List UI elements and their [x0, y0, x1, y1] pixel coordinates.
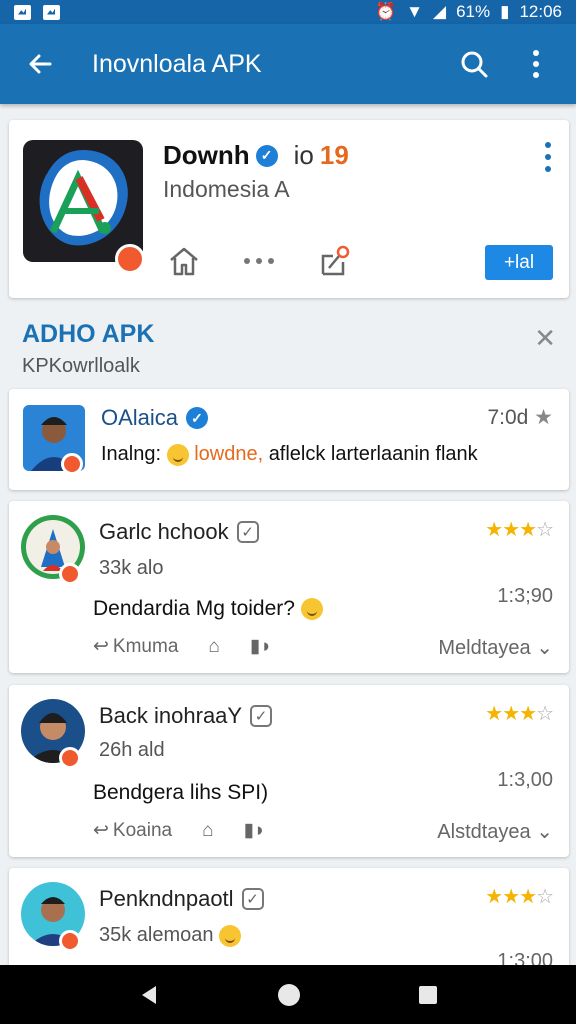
section-header: ADHO APK KPKowrlloalk [22, 320, 154, 378]
emoji-icon [300, 598, 323, 621]
image-notification-icon [14, 4, 31, 20]
dot-icon [545, 166, 551, 172]
reply-button[interactable]: ↩ Koaina [93, 819, 172, 842]
app-name: Downh [163, 140, 250, 170]
verified-icon: ✓ [186, 407, 209, 429]
more-horiz-icon[interactable] [243, 256, 275, 266]
rating-stars: ★★★☆ [485, 703, 554, 725]
star-icon: ★ [534, 406, 553, 429]
review-card[interactable]: OAlaica ✓ 7:0d ★ Inalng: lowdne, aflelck… [9, 389, 569, 490]
review-text: Dendardia Mg toider? [93, 597, 323, 621]
recents-nav-icon[interactable] [418, 985, 438, 1005]
verified-icon: ✓ [255, 144, 278, 167]
more-vert-icon [533, 50, 539, 78]
app-subtitle: Indomesia A [163, 176, 290, 202]
clock: 12:06 [519, 2, 562, 21]
emoji-icon [166, 443, 189, 466]
review-text: Bendgera lihs SPI) [93, 781, 269, 804]
home-nav-icon[interactable] [277, 983, 301, 1007]
reviewer-name-row: Back inohraaY ✓ [99, 703, 273, 729]
reviewer-name-row: OAlaica ✓ [101, 405, 209, 431]
app-name-row: Downh ✓ io 19 [163, 140, 349, 171]
section-title: ADHO APK [22, 320, 155, 348]
app-info-card: Downh ✓ io 19 Indomesia A +lal [9, 120, 569, 298]
review-meta: 26h ald [99, 739, 165, 761]
rating-stars: ★★★☆ [485, 519, 554, 541]
app-actions [167, 244, 351, 278]
install-button[interactable]: +lal [485, 245, 553, 280]
search-icon [461, 51, 488, 78]
status-dot [59, 930, 81, 952]
app-count: 19 [319, 140, 349, 170]
section-subtitle: KPKowrlloalk [22, 355, 140, 377]
signal-icon: ◢ [432, 2, 447, 21]
back-nav-icon[interactable] [138, 984, 160, 1006]
app-bar: Inovnloala APK [0, 24, 576, 104]
reviewer-name: Back inohraaY [99, 703, 243, 728]
sort-dropdown[interactable]: Meldtayea ⌄ [438, 635, 553, 660]
review-time: 1:3;90 [497, 585, 553, 607]
app-more-button[interactable] [543, 142, 553, 172]
check-icon: ✓ [250, 705, 273, 727]
check-icon: ✓ [241, 888, 264, 910]
reply-icon: ↩ [93, 820, 109, 841]
home-icon[interactable]: ⌂ [208, 636, 219, 658]
dot-icon [545, 142, 551, 148]
status-dot [59, 563, 81, 585]
review-time: 7:0d ★ [487, 406, 553, 429]
review-card[interactable]: Garlc hchook ✓ ★★★☆ 33k alo Dendardia Mg… [9, 501, 569, 673]
home-icon[interactable]: ⌂ [202, 820, 213, 842]
emoji-icon [219, 924, 242, 947]
chevron-down-icon: ⌄ [536, 821, 553, 843]
chevron-down-icon: ⌄ [536, 637, 553, 659]
app-logo-badge [115, 244, 145, 274]
review-meta: 35k alemoan [99, 924, 242, 947]
reviewer-name: OAlaica [101, 405, 179, 430]
review-text: Inalng: lowdne, aflelck larterlaanin fla… [101, 443, 478, 466]
reply-icon: ↩ [93, 636, 109, 657]
dot-icon [545, 154, 551, 160]
share-icon[interactable] [317, 244, 351, 278]
sort-dropdown[interactable]: Alstdtayea ⌄ [437, 819, 553, 844]
reply-button[interactable]: ↩ Kmuma [93, 635, 178, 658]
status-dot [59, 747, 81, 769]
rating-stars: ★★★☆ [485, 886, 554, 908]
review-meta: 33k alo [99, 557, 164, 579]
review-time: 1:3,00 [497, 769, 553, 791]
reviewer-name: Penkndnpaotl [99, 886, 234, 911]
home-icon[interactable] [167, 245, 201, 277]
chart-notification-icon [43, 4, 60, 20]
review-actions: ↩ Kmuma ⌂ ▮◗ [93, 635, 272, 658]
reviewer-name-row: Garlc hchook ✓ [99, 519, 259, 545]
search-button[interactable] [454, 44, 494, 84]
review-card[interactable]: Back inohraaY ✓ ★★★☆ 26h ald Bendgera li… [9, 685, 569, 857]
arrow-left-icon [29, 54, 52, 74]
reviewer-name: Garlc hchook [99, 519, 229, 544]
page-title: Inovnloala APK [92, 49, 262, 78]
status-bar: ⏰ ▼ ◢ 61% ▮ 12:06 [0, 0, 576, 24]
close-icon[interactable]: ✕ [534, 323, 556, 354]
review-actions: ↩ Koaina ⌂ ▮◗ [93, 819, 266, 842]
system-nav-bar [0, 965, 576, 1024]
app-version: io [293, 140, 314, 170]
back-button[interactable] [20, 44, 60, 84]
wifi-icon: ▼ [406, 2, 423, 21]
battery-icon: ▮ [500, 2, 510, 21]
thumbs-icon[interactable]: ▮◗ [250, 635, 272, 658]
alarm-icon: ⏰ [374, 2, 397, 21]
battery-level: 61% [456, 2, 491, 21]
check-icon: ✓ [236, 521, 259, 543]
reviewer-name-row: Penkndnpaotl ✓ [99, 886, 264, 912]
thumbs-icon[interactable]: ▮◗ [244, 819, 266, 842]
overflow-menu-button[interactable] [516, 44, 556, 84]
status-dot [61, 453, 83, 475]
